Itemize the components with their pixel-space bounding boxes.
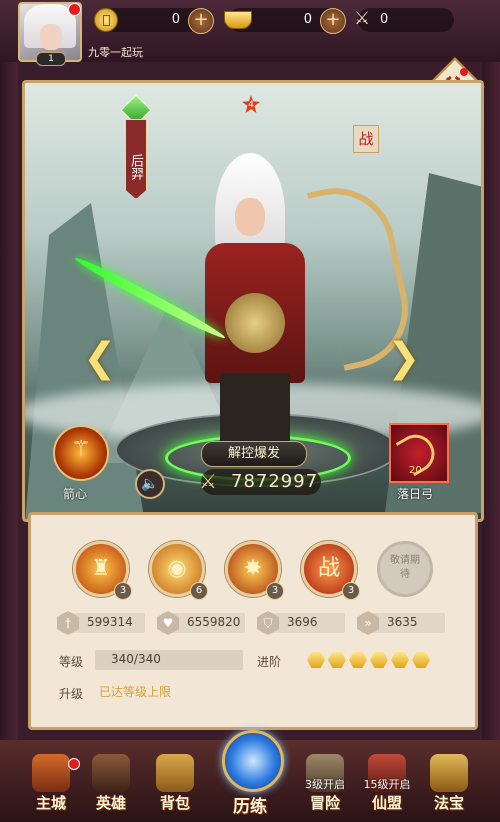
advance-hex-icon xyxy=(328,652,346,668)
coin-value: 0 xyxy=(171,12,180,27)
combat-power: ⚔ 7872997 xyxy=(199,469,321,495)
nav-treasure-label: 法宝 xyxy=(433,794,464,812)
advance-label: 进阶 xyxy=(257,655,282,669)
advance-hex-icon xyxy=(412,652,430,668)
alliance-unlock-text: 15级开启 xyxy=(363,778,411,791)
upgrade-label: 升级 xyxy=(59,687,84,701)
attack-value: 599314 xyxy=(87,615,133,629)
nav-adventure[interactable]: 3级开启 冒险 xyxy=(296,740,354,822)
unlock-burst-button[interactable]: 解控爆发 xyxy=(201,441,307,467)
stat-attack: † 599314 xyxy=(57,611,145,635)
hero-portrait-icon xyxy=(92,754,130,792)
add-ingots-button[interactable]: + xyxy=(320,8,346,34)
main-skill-button[interactable]: ⚚ xyxy=(53,425,109,481)
hp-value: 6559820 xyxy=(187,615,241,629)
nav-adventure-label: 冒险 xyxy=(309,794,340,812)
coin-icon xyxy=(94,8,118,32)
advance-hex-icon xyxy=(391,652,409,668)
nav-heroes-label: 英雄 xyxy=(95,794,126,812)
level-label: 等级 xyxy=(59,655,84,669)
weapon-level: 20 xyxy=(409,465,422,476)
adventure-unlock-text: 3级开启 xyxy=(305,778,345,791)
right-border xyxy=(482,62,500,742)
hero-star-badge: 4 xyxy=(242,95,260,113)
advance-stars xyxy=(307,650,437,670)
main-city-notification-dot xyxy=(68,758,80,770)
nav-bag-label: 背包 xyxy=(159,794,190,812)
speaker-icon: 🔈 xyxy=(141,476,159,492)
hero-showcase: 后羿 4 战 ❮ ❯ ⚚ 箭心 🔈 解控爆发 ⚔ 7872997 20 落日弓 xyxy=(22,80,484,522)
skill-1-count: 3 xyxy=(114,582,132,600)
hero-armor xyxy=(225,293,285,353)
voice-button[interactable]: 🔈 xyxy=(135,469,165,499)
player-level-badge: 1 xyxy=(36,52,66,66)
weapon-slot[interactable]: 20 xyxy=(389,423,449,483)
stat-hp: ♥ 6559820 xyxy=(157,611,245,635)
defense-value: 3696 xyxy=(287,615,318,629)
hero-head xyxy=(235,198,265,236)
nav-treasure[interactable]: 法宝 xyxy=(420,740,478,822)
skill-slot-4[interactable]: 战 3 xyxy=(301,541,360,600)
stat-defense: ⛉ 3696 xyxy=(257,611,345,635)
nav-training[interactable]: 历练 xyxy=(214,716,286,820)
left-border xyxy=(0,62,18,742)
nav-main-city[interactable]: 主城 xyxy=(22,740,80,822)
main-skill-label: 箭心 xyxy=(63,487,88,501)
battle-tag: 战 xyxy=(353,125,379,153)
nav-training-label: 历练 xyxy=(233,797,267,817)
prev-hero-arrow-icon[interactable]: ❮ xyxy=(83,335,117,381)
add-coins-button[interactable]: + xyxy=(188,8,214,34)
nav-alliance-label: 仙盟 xyxy=(371,794,402,812)
upgrade-status: 已达等级上限 xyxy=(99,685,172,699)
player-name: 九零一起玩 xyxy=(88,46,143,59)
advance-hex-icon xyxy=(307,652,325,668)
nav-main-city-label: 主城 xyxy=(35,794,66,812)
flame-arrow-icon: ⚚ xyxy=(71,437,91,462)
gourd-treasure-icon xyxy=(430,754,468,792)
speed-value: 3635 xyxy=(387,615,418,629)
hero-name-tag: 后羿 xyxy=(125,119,147,199)
boot-stat-icon: » xyxy=(357,611,379,635)
shield-stat-icon: ⛉ xyxy=(257,611,279,635)
skill-slot-3[interactable]: ✸ 3 xyxy=(225,541,284,600)
combat-power-value: 7872997 xyxy=(231,471,319,492)
nav-bag[interactable]: 背包 xyxy=(146,740,204,822)
bottom-nav: 主城 英雄 背包 历练 3级开启 冒险 15级开启 仙盟 法宝 xyxy=(0,730,500,822)
hero-info-panel: ♜ 3 ◉ 6 ✸ 3 战 3 敬请期待 † 599314 ♥ 6559820 … xyxy=(28,512,478,730)
top-bar: 1 九零一起玩 0 + 0 + ⚔ 0 xyxy=(0,0,500,66)
nav-alliance[interactable]: 15级开启 仙盟 xyxy=(358,740,416,822)
locked-skill-text: 敬请期待 xyxy=(390,555,420,580)
skill-slot-1[interactable]: ♜ 3 xyxy=(73,541,132,600)
skill-slot-2[interactable]: ◉ 6 xyxy=(149,541,208,600)
ingot-value: 0 xyxy=(303,12,312,27)
power-swords-icon: ⚔ xyxy=(199,469,217,493)
crossed-swords-icon: ⚔ xyxy=(354,8,371,29)
coin-resource: 0 + xyxy=(94,8,214,34)
avatar-notification-dot xyxy=(68,3,81,16)
level-bar: 340/340 xyxy=(95,650,243,670)
ingot-icon xyxy=(224,11,252,29)
ingot-resource: 0 + xyxy=(224,8,346,34)
advance-hex-icon xyxy=(370,652,388,668)
war-points-resource: ⚔ 0 xyxy=(354,8,454,32)
menu-notification-dot xyxy=(460,68,468,76)
heart-stat-icon: ♥ xyxy=(157,611,179,635)
palace-icon xyxy=(32,754,70,792)
sword-stat-icon: † xyxy=(57,611,79,635)
skill-slot-locked: 敬请期待 xyxy=(377,541,433,597)
skill-4-count: 3 xyxy=(342,582,360,600)
next-hero-arrow-icon[interactable]: ❯ xyxy=(387,335,421,381)
skill-3-count: 3 xyxy=(266,582,284,600)
vortex-orb-icon xyxy=(222,730,284,792)
nav-heroes[interactable]: 英雄 xyxy=(82,740,140,822)
avatar-face xyxy=(40,24,62,50)
bag-icon xyxy=(156,754,194,792)
war-points-value: 0 xyxy=(380,12,389,27)
level-value: 340/340 xyxy=(111,652,161,666)
weapon-name: 落日弓 xyxy=(397,487,434,501)
advance-hex-icon xyxy=(349,652,367,668)
stat-speed: » 3635 xyxy=(357,611,445,635)
skill-2-count: 6 xyxy=(190,582,208,600)
